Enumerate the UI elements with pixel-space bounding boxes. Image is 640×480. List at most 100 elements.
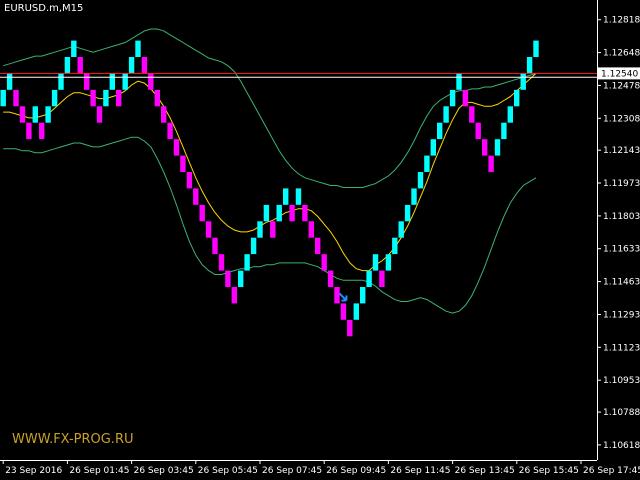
- renko-brick-down: [340, 303, 347, 320]
- renko-brick-up: [257, 221, 263, 238]
- renko-brick-down: [96, 106, 103, 123]
- moving-average-line: [3, 73, 537, 272]
- y-tick-label: 1.11123: [603, 343, 640, 353]
- renko-brick-up: [71, 40, 77, 57]
- renko-brick-down: [308, 221, 314, 238]
- renko-brick-up: [64, 57, 71, 74]
- x-tick-label: 26 Sep 11:45: [390, 466, 450, 476]
- renko-brick-up: [283, 188, 289, 205]
- renko-brick-up: [533, 40, 539, 57]
- y-tick-label: 1.11803: [603, 212, 640, 222]
- moving-average-layer: [3, 73, 537, 272]
- renko-brick-up: [103, 89, 109, 107]
- y-tick-label: 1.12478: [603, 81, 640, 91]
- renko-brick-down: [334, 287, 340, 304]
- x-tick-label: 26 Sep 09:45: [326, 466, 386, 476]
- renko-brick-up: [411, 188, 417, 205]
- renko-brick-down: [180, 155, 186, 172]
- renko-brick-down: [327, 270, 334, 287]
- renko-brick-up: [250, 237, 257, 255]
- renko-brick-up: [372, 254, 379, 271]
- y-tick-label: 1.12143: [603, 146, 640, 156]
- renko-brick-up: [507, 106, 513, 123]
- renko-brick-up: [353, 303, 359, 320]
- y-tick-label: 1.12818: [603, 16, 640, 26]
- upper-band-line: [3, 28, 537, 188]
- renko-brick-down: [270, 221, 276, 238]
- y-tick-label: 1.11293: [603, 311, 640, 321]
- y-tick-label: 1.11973: [603, 179, 640, 189]
- price-lines-layer: [0, 72, 597, 78]
- renko-brick-down: [302, 204, 308, 222]
- renko-brick-down: [475, 122, 481, 140]
- renko-brick-down: [84, 73, 90, 90]
- renko-brick-up: [456, 73, 462, 90]
- x-tick-label: 26 Sep 17:45: [583, 466, 640, 476]
- renko-brick-up: [526, 57, 533, 74]
- bricks-layer: [0, 40, 539, 337]
- renko-brick-up: [32, 106, 38, 123]
- renko-brick-up: [404, 204, 411, 222]
- renko-brick-down: [167, 122, 173, 140]
- renko-brick-up: [128, 57, 135, 74]
- renko-brick-up: [417, 172, 424, 189]
- renko-brick-up: [122, 73, 128, 90]
- renko-brick-down: [482, 139, 488, 156]
- renko-brick-down: [488, 155, 494, 172]
- y-tick-label: 1.10953: [603, 376, 640, 386]
- renko-brick-up: [501, 122, 507, 140]
- lower-band-line: [3, 136, 537, 314]
- renko-brick-down: [141, 57, 148, 74]
- renko-brick-down: [161, 106, 167, 123]
- renko-brick-down: [148, 73, 154, 90]
- renko-brick-down: [321, 254, 327, 271]
- watermark-text: WWW.FX-PROG.RU: [12, 432, 134, 447]
- renko-brick-down: [289, 204, 295, 222]
- x-tick-label: 26 Sep 01:45: [69, 466, 129, 476]
- signal-arrow-icon: [338, 292, 348, 302]
- renko-brick-down: [212, 237, 218, 255]
- renko-brick-down: [77, 57, 83, 74]
- renko-brick-up: [45, 106, 51, 123]
- renko-brick-down: [173, 139, 180, 156]
- y-tick-label: 1.10618: [603, 441, 640, 451]
- renko-brick-down: [13, 89, 19, 107]
- y-tick-label: 1.11463: [603, 278, 640, 288]
- renko-brick-up: [392, 237, 398, 255]
- renko-brick-up: [449, 89, 456, 107]
- renko-brick-down: [90, 89, 96, 107]
- renko-brick-up: [238, 270, 244, 287]
- renko-brick-up: [398, 221, 404, 238]
- renko-brick-up: [360, 287, 366, 304]
- renko-brick-up: [385, 254, 392, 271]
- renko-brick-up: [276, 204, 282, 222]
- renko-brick-down: [19, 106, 26, 123]
- y-tick-label: 1.10788: [603, 408, 640, 418]
- renko-brick-down: [199, 204, 205, 222]
- renko-brick-down: [315, 237, 321, 255]
- renko-brick-down: [26, 122, 32, 140]
- x-tick-label: 26 Sep 05:45: [198, 466, 258, 476]
- renko-brick-down: [462, 89, 469, 107]
- renko-brick-down: [469, 106, 475, 123]
- x-tick-label: 26 Sep 13:45: [455, 466, 515, 476]
- renko-brick-up: [135, 40, 141, 57]
- x-tick-label: 26 Sep 07:45: [262, 466, 322, 476]
- renko-brick-up: [424, 155, 430, 172]
- renko-brick-up: [366, 270, 372, 287]
- chart-root: 1.12818 1.12648 1.12478 1.12308 1.12143 1.119…: [0, 0, 640, 480]
- current-price-label: 1.12540: [601, 69, 638, 79]
- renko-brick-up: [244, 254, 250, 271]
- renko-brick-up: [430, 139, 436, 156]
- renko-brick-down: [347, 319, 353, 337]
- y-tick-label: 1.12308: [603, 114, 640, 124]
- renko-brick-up: [494, 139, 501, 156]
- renko-brick-down: [193, 188, 199, 205]
- renko-brick-up: [58, 73, 64, 90]
- y-tick-label: 1.11633: [603, 245, 640, 255]
- renko-brick-down: [154, 89, 160, 107]
- bands-layer: [3, 28, 537, 314]
- symbol-label: EURUSD.m,M15: [4, 3, 84, 14]
- renko-brick-up: [520, 73, 526, 90]
- renko-brick-up: [0, 89, 6, 107]
